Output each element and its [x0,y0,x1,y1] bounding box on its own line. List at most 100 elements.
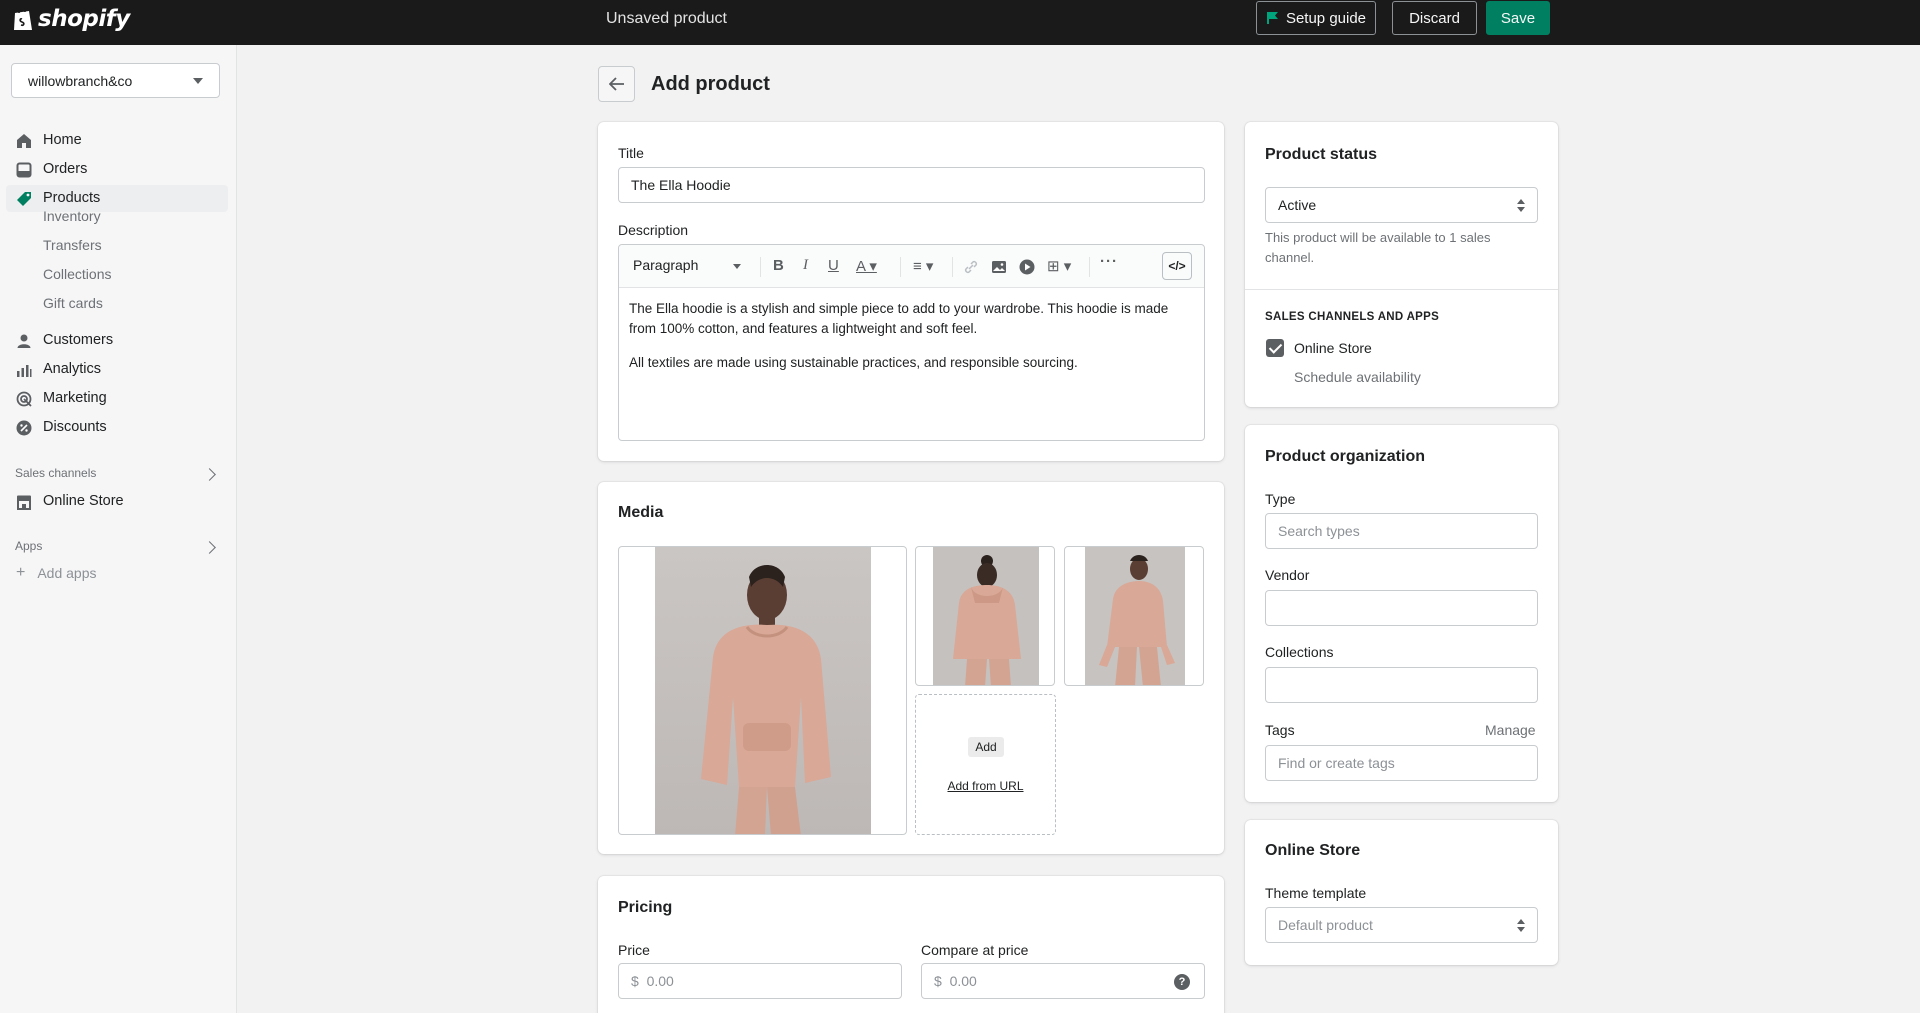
nav-discounts-label: Discounts [43,419,107,435]
text-color-icon[interactable]: A ▾ [856,257,877,275]
compare-price-input[interactable]: $ 0.00 [921,963,1205,999]
manage-tags-link[interactable]: Manage [1485,722,1536,738]
nav-orders-label: Orders [43,161,88,177]
product-photo [1085,547,1185,685]
sales-channels-apps-heading: SALES CHANNELS AND APPS [1265,311,1440,323]
nav-products[interactable]: Products [6,185,228,212]
price-input[interactable]: $ 0.00 [618,963,902,999]
home-icon [17,134,31,148]
tags-input[interactable]: Find or create tags [1265,745,1538,781]
title-input[interactable]: The Ella Hoodie [618,167,1205,203]
italic-icon[interactable]: I [803,257,808,274]
description-paragraph: The Ella hoodie is a stylish and simple … [629,301,1169,336]
theme-template-value: Default product [1278,917,1373,933]
unsaved-status: Unsaved product [606,10,727,27]
chevron-down-icon [193,78,203,84]
html-code-icon[interactable]: </> [1162,252,1192,280]
add-apps-link[interactable]: + Add apps [16,564,97,582]
link-icon[interactable] [963,259,979,275]
store-selector[interactable]: willowbranch&co [11,63,220,98]
vendor-input[interactable] [1265,590,1538,626]
nav-gift-cards[interactable]: Gift cards [43,295,103,311]
discard-button[interactable]: Discard [1392,1,1477,35]
product-status-title: Product status [1265,146,1378,163]
setup-guide-button[interactable]: Setup guide [1256,1,1376,35]
description-editor[interactable]: Paragraph B I U A ▾ ≡ ▾ ⊞ ▾ ··· </> The … [618,244,1205,441]
top-bar: shopify Unsaved product Setup guide Disc… [0,0,1920,45]
nav-online-store-label: Online Store [43,493,124,509]
video-icon[interactable] [1019,259,1035,275]
more-icon[interactable]: ··· [1100,253,1118,270]
online-store-title: Online Store [1265,842,1361,859]
target-icon [16,391,32,407]
type-label: Type [1265,491,1296,507]
shopify-bag-icon [14,8,32,30]
table-icon[interactable]: ⊞ ▾ [1047,257,1071,275]
nav-discounts[interactable]: Discounts [6,414,228,441]
help-icon[interactable]: ? [1174,974,1190,990]
add-from-url-link[interactable]: Add from URL [916,779,1055,793]
page-title: Add product [651,73,770,95]
title-label: Title [618,145,644,161]
nav-analytics[interactable]: Analytics [6,356,228,383]
hoodie-front-image [1099,555,1175,685]
collections-label: Collections [1265,644,1334,660]
add-apps-label: Add apps [37,565,97,581]
nav-marketing-label: Marketing [43,390,107,406]
nav-home-label: Home [43,132,82,148]
schedule-availability-link[interactable]: Schedule availability [1294,369,1421,385]
product-photo [933,547,1039,685]
paragraph-select[interactable]: Paragraph [633,257,698,273]
image-icon[interactable] [991,259,1007,275]
nav-collections[interactable]: Collections [43,266,111,282]
product-organization-title: Product organization [1265,448,1425,465]
status-help-text: This product will be available to 1 sale… [1265,230,1491,265]
nav-customers[interactable]: Customers [6,327,228,354]
save-button[interactable]: Save [1486,1,1550,35]
underline-icon[interactable]: U [828,257,839,274]
product-photo [655,547,871,834]
theme-template-label: Theme template [1265,885,1367,901]
chevron-right-icon[interactable] [203,541,216,554]
select-arrows-icon [1517,199,1525,212]
theme-template-select[interactable]: Default product [1265,907,1538,943]
card-divider [1245,289,1558,290]
media-dropzone[interactable]: Add Add from URL [915,694,1056,835]
media-image-thumb[interactable] [915,546,1055,686]
shopify-logo[interactable]: shopify [12,6,130,32]
nav-transfers[interactable]: Transfers [43,237,102,253]
description-label: Description [618,222,689,238]
editor-toolbar: Paragraph B I U A ▾ ≡ ▾ ⊞ ▾ ··· </> [619,245,1204,288]
person-icon [17,334,31,348]
toolbar-divider [1089,257,1090,277]
collections-input[interactable] [1265,667,1538,703]
description-text: The Ella hoodie is a stylish and simple … [629,299,1194,373]
logo-text: shopify [38,6,130,32]
status-value: Active [1278,197,1317,213]
media-image-main[interactable] [618,546,907,835]
vendor-label: Vendor [1265,567,1310,583]
status-select[interactable]: Active [1265,187,1538,223]
media-image-thumb[interactable] [1064,546,1204,686]
nav-home[interactable]: Home [6,127,228,154]
sales-channels-heading: Sales channels [15,466,97,480]
nav-marketing[interactable]: Marketing [6,385,228,412]
align-icon[interactable]: ≡ ▾ [913,257,933,275]
nav-products-label: Products [43,190,101,206]
online-store-channel-label: Online Store [1294,340,1372,356]
add-media-button[interactable]: Add [968,737,1004,757]
toolbar-divider [952,257,953,277]
back-button[interactable] [598,66,635,102]
chevron-right-icon[interactable] [203,468,216,481]
price-label: Price [618,942,650,958]
online-store-checkbox[interactable] [1266,339,1284,357]
nav-orders[interactable]: Orders [6,156,228,183]
type-input[interactable]: Search types [1265,513,1538,549]
toolbar-divider [760,257,761,277]
bold-icon[interactable]: B [773,257,784,274]
nav-online-store[interactable]: Online Store [6,488,228,515]
chevron-down-icon [733,264,741,269]
nav-inventory[interactable]: Inventory [43,208,101,224]
store-name: willowbranch&co [28,72,133,89]
hoodie-model-image [701,565,831,834]
